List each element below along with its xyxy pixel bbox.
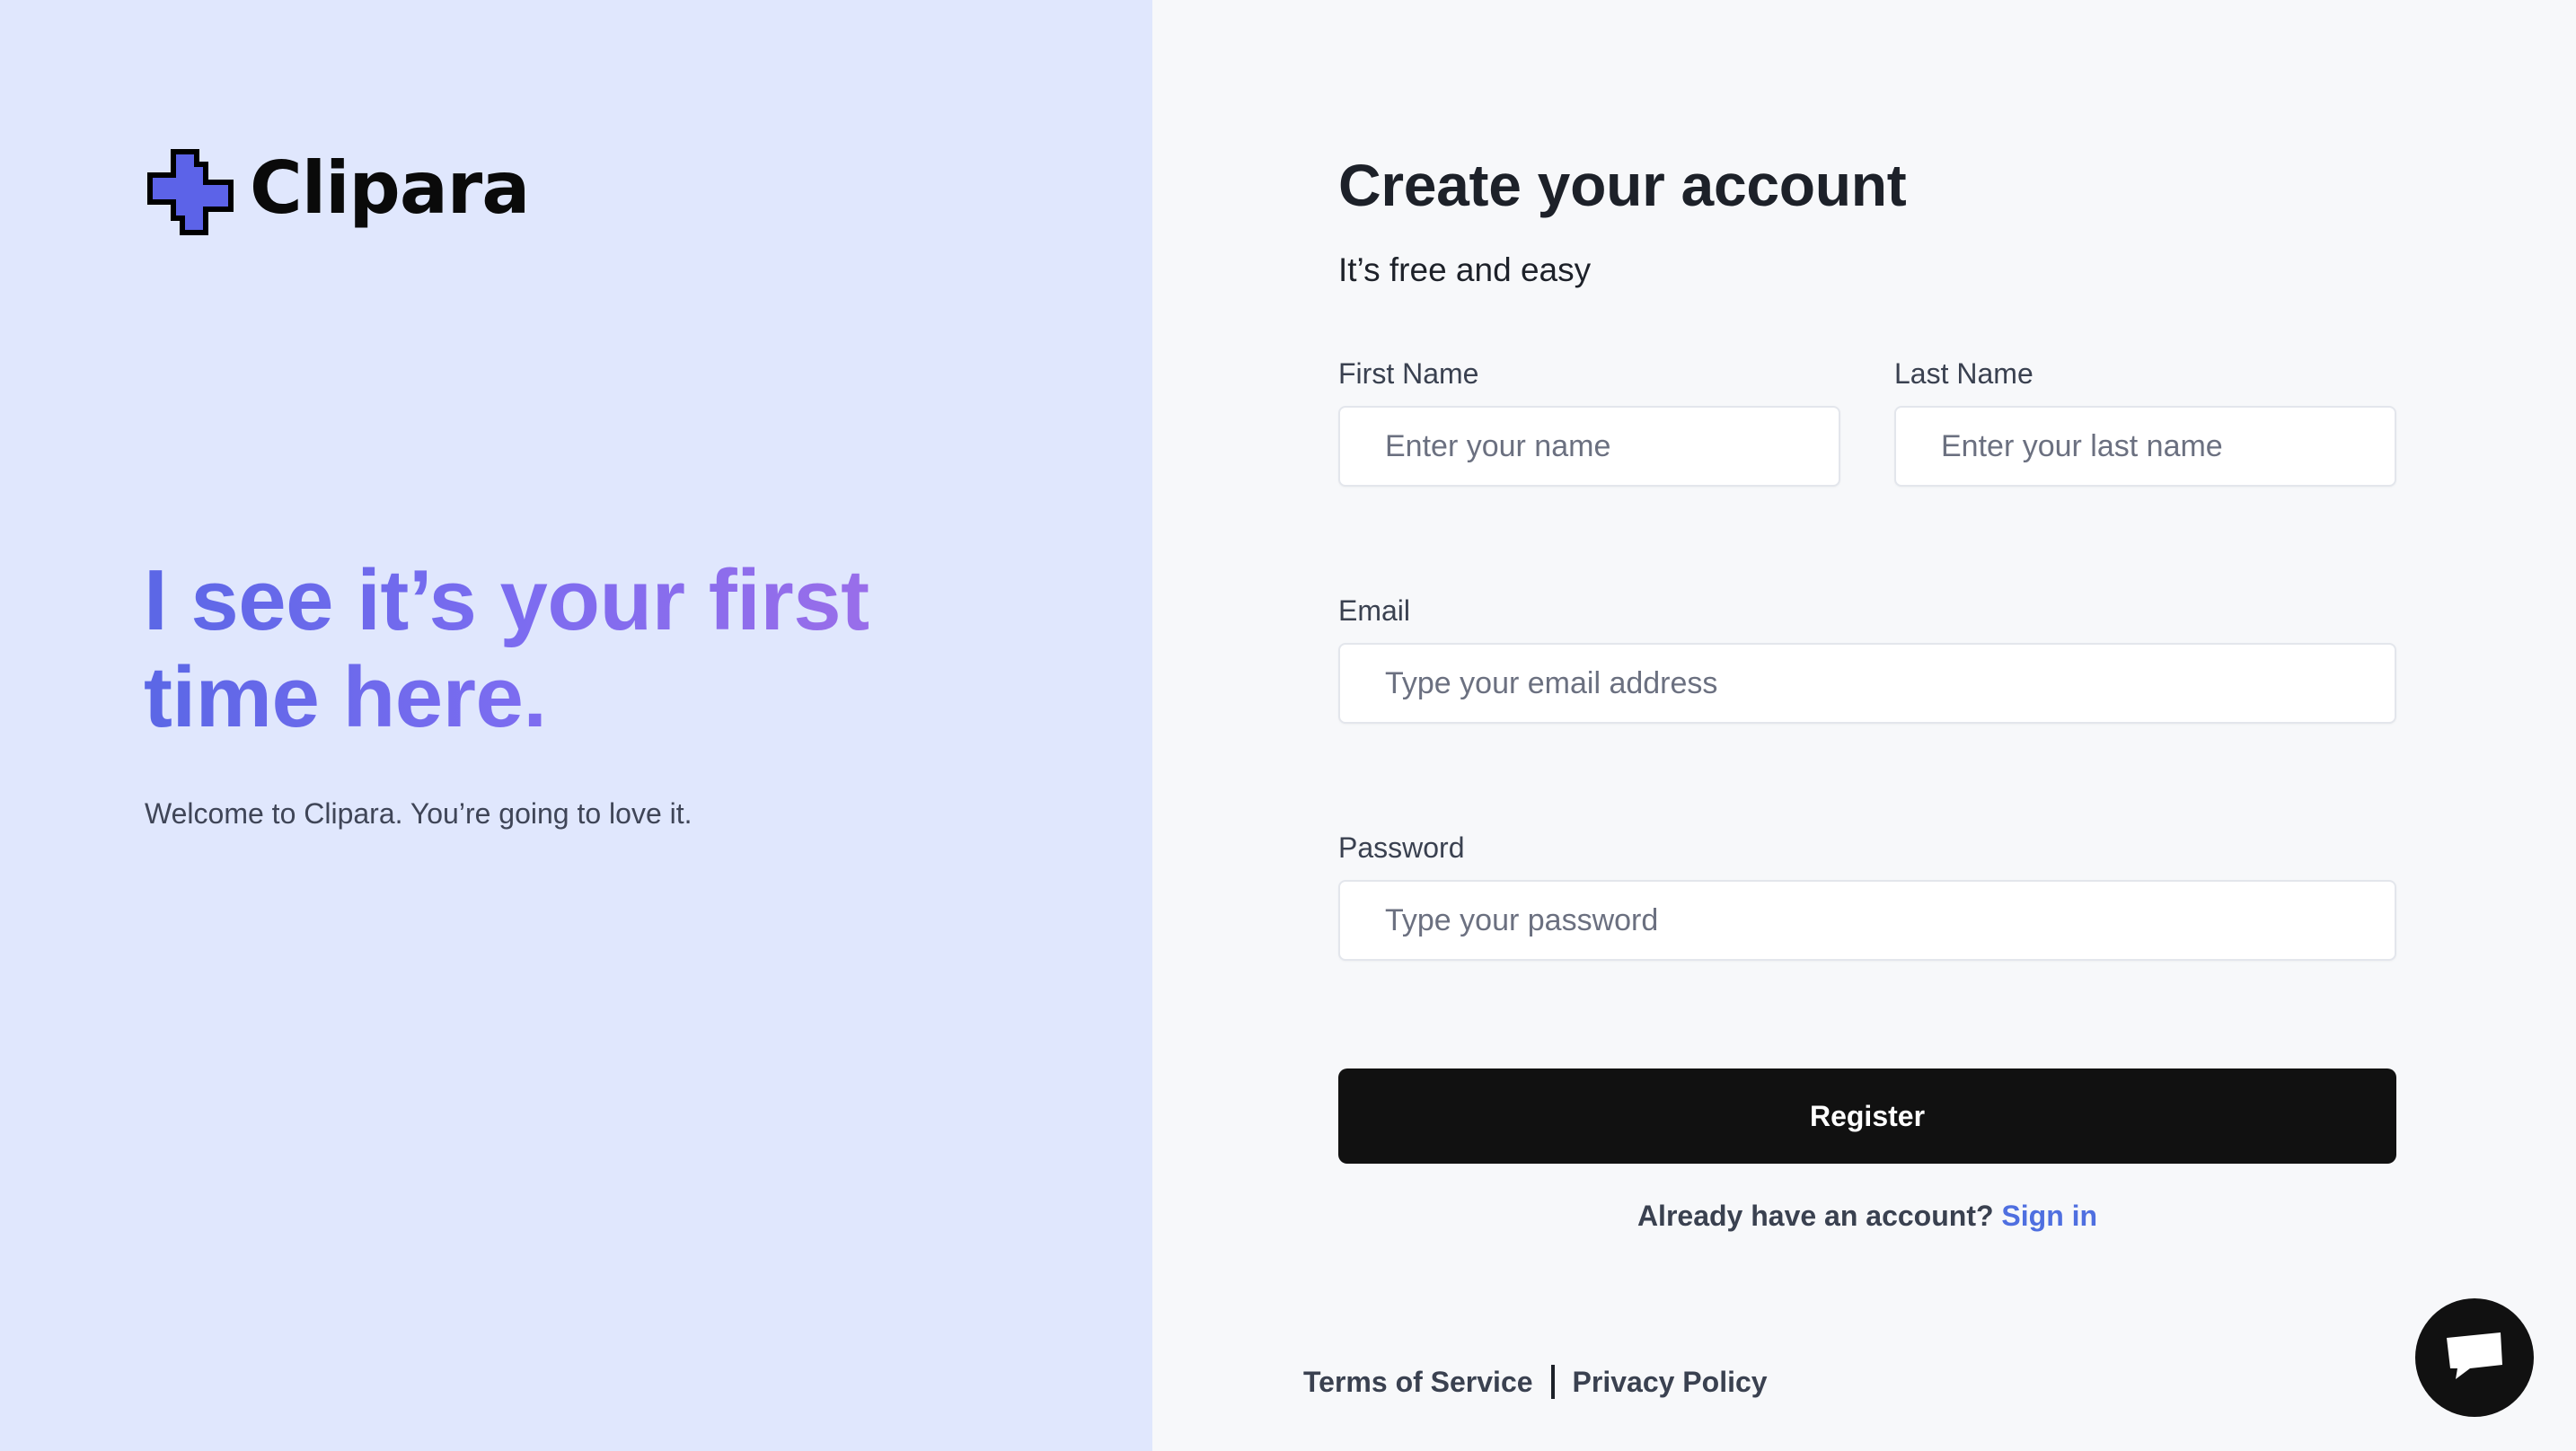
password-label: Password [1338,831,1465,864]
signup-page: Clipara I see it’s your first time here.… [0,0,2576,1451]
chat-bubble-icon [2443,1329,2506,1387]
signup-form-panel: Create your account It’s free and easy F… [1152,0,2576,1451]
privacy-policy-link[interactable]: Privacy Policy [1573,1366,1768,1399]
first-name-field[interactable] [1338,406,1840,487]
email-label: Email [1338,594,1411,627]
email-field[interactable] [1338,643,2396,724]
hero-headline-line1: I see it’s your first [144,552,869,648]
signin-prompt-row: Already have an account? Sign in [1338,1200,2396,1233]
form-subtitle: It’s free and easy [1338,251,1592,288]
chat-launcher-button[interactable] [2415,1298,2534,1417]
terms-of-service-link[interactable]: Terms of Service [1303,1366,1533,1399]
hero-panel: Clipara I see it’s your first time here.… [0,0,1152,1451]
password-field[interactable] [1338,880,2396,961]
footer-divider [1550,1365,1555,1399]
welcome-text: Welcome to Clipara. You’re going to love… [145,797,693,830]
signin-link[interactable]: Sign in [2001,1200,2097,1232]
plus-cross-logo-icon [144,145,237,239]
signin-prompt-text: Already have an account? [1636,1200,1994,1232]
form-title: Create your account [1338,152,1907,218]
brand-name: Clipara [250,146,530,230]
last-name-field[interactable] [1894,406,2396,487]
register-button[interactable]: Register [1338,1068,2396,1164]
hero-headline-line2: time here. [144,649,547,745]
last-name-label: Last Name [1894,357,2033,390]
brand-logo[interactable]: Clipara [144,145,530,239]
footer-links: Terms of Service Privacy Policy [1303,1365,1768,1399]
first-name-label: First Name [1338,357,1479,390]
hero-headline: I see it’s your first time here. [144,552,952,746]
